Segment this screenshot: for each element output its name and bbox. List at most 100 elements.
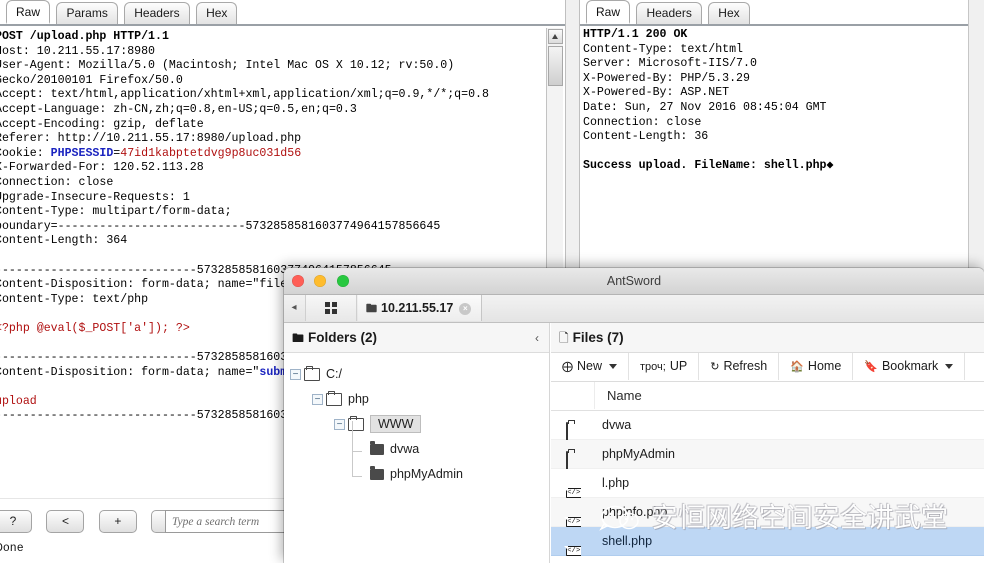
tree-node-label: C:/: [326, 367, 342, 382]
home-button-label: Home: [807, 359, 842, 373]
antsword-titlebar[interactable]: AntSword: [284, 268, 984, 295]
up-button-label: UP: [669, 359, 688, 373]
tree-node-c-root[interactable]: − C:/: [290, 362, 549, 387]
tab-response-raw[interactable]: Raw: [586, 0, 631, 24]
antsword-tabbar: ◂ 🖿 10.211.55.17 ×: [284, 295, 984, 323]
folder-tree: − C:/ − php − WWW dvwa phpMyAdmin: [284, 354, 549, 563]
files-table-header: Name: [551, 382, 984, 411]
folders-panel: 🖿 Folders (2) ‹ − C:/ − php − WWW dvwa phpMy…: [284, 323, 550, 563]
plus-circle-icon: ⨁: [562, 361, 573, 373]
code-file-icon: </>: [566, 505, 581, 555]
files-name-column-header: Name: [607, 388, 642, 403]
file-name: l.php: [602, 476, 630, 490]
tree-node-phpmyadmin[interactable]: phpMyAdmin: [290, 462, 549, 487]
tree-node-label: php: [348, 392, 369, 407]
code-file-icon: </>: [566, 476, 581, 526]
scrollbar-thumb[interactable]: [547, 46, 563, 86]
chevron-down-icon[interactable]: [945, 364, 954, 370]
arrow-up-icon: троч;: [640, 361, 666, 373]
add-button[interactable]: +: [98, 510, 137, 533]
new-button[interactable]: ⨁ New: [551, 353, 630, 380]
tree-node-dvwa[interactable]: dvwa: [290, 437, 549, 462]
files-panel-header: 🗋 Files (7): [551, 323, 984, 353]
refresh-button-label: Refresh: [723, 359, 768, 373]
file-outline-icon: 🗋: [559, 331, 569, 345]
folder-solid-icon: [370, 466, 384, 481]
folder-icon: [566, 447, 581, 470]
tree-node-label: WWW: [370, 415, 422, 434]
refresh-button[interactable]: ↻ Refresh: [699, 353, 780, 380]
folders-panel-header: 🖿 Folders (2) ‹: [284, 323, 549, 353]
folder-outline-icon: 🖿: [292, 331, 305, 345]
antsword-body: 🖿 Folders (2) ‹ − C:/ − php − WWW dvwa phpMy…: [284, 323, 984, 563]
grid-icon: [324, 301, 338, 314]
refresh-icon: ↻: [710, 361, 720, 373]
bookmark-icon: 🔖: [864, 361, 878, 373]
status-text: Done: [0, 542, 24, 555]
folder-icon: 🖿: [366, 303, 377, 315]
table-row[interactable]: dvwa: [551, 411, 984, 441]
files-panel: 🗋 Files (7) ⨁ New троч; UP ↻ Refresh 🏠 Home 🔖 Boo…: [551, 323, 984, 563]
session-tab-label: 10.211.55.17: [381, 301, 454, 315]
pane-divider[interactable]: [565, 0, 580, 270]
session-tab-10-211-55-17[interactable]: 🖿 10.211.55.17 ×: [358, 295, 483, 321]
window-title: AntSword: [606, 274, 662, 288]
help-button[interactable]: ?: [0, 510, 32, 533]
tab-request-raw[interactable]: Raw: [6, 0, 51, 24]
tree-guide-line: [352, 476, 362, 477]
tree-node-www[interactable]: − WWW: [290, 412, 549, 437]
file-name: dvwa: [602, 418, 632, 432]
file-name: shell.php: [602, 534, 653, 548]
bookmark-button-label: Bookmark: [881, 359, 939, 373]
tab-response-hex[interactable]: Hex: [708, 2, 750, 24]
table-row[interactable]: </> phpinfo.php: [551, 498, 984, 555]
request-tabstrip: Raw Params Headers Hex: [0, 0, 565, 26]
folders-header-label: Folders (2): [308, 330, 378, 345]
folder-open-icon: [304, 365, 320, 382]
sidebar-collapse-icon[interactable]: ◂: [284, 295, 304, 321]
files-icon-column-header: [551, 382, 595, 409]
tree-node-php[interactable]: − php: [290, 387, 549, 412]
scroll-up-arrow-icon[interactable]: [547, 29, 563, 44]
antsword-window: AntSword ◂ 🖿 10.211.55.17 × 🖿 Folders (2) ‹…: [284, 268, 984, 563]
tabstrip-underline: [0, 24, 565, 26]
folder-open-icon: [326, 390, 342, 407]
response-tabstrip-underline: [580, 24, 984, 26]
code-file-icon: </>: [566, 534, 581, 563]
table-row[interactable]: </> shell.php: [551, 527, 984, 563]
tree-expander-icon[interactable]: −: [312, 394, 323, 406]
tree-node-label: phpMyAdmin: [390, 467, 463, 482]
home-button[interactable]: 🏠 Home: [779, 353, 854, 380]
files-toolbar: ⨁New троч;UP↻Refresh🏠Home🔖BookmarkC: [551, 353, 984, 400]
files-header-label: Files (7): [572, 330, 624, 345]
response-right-gutter: [968, 0, 984, 270]
tab-request-params[interactable]: Params: [56, 2, 118, 24]
tab-request-hex[interactable]: Hex: [196, 2, 238, 24]
tree-expander-icon[interactable]: −: [290, 369, 301, 381]
file-name: phpinfo.php: [602, 505, 668, 519]
chevron-down-icon[interactable]: [609, 364, 618, 370]
table-row[interactable]: phpMyAdmin: [551, 440, 984, 470]
table-row[interactable]: </> l.php: [551, 469, 984, 526]
grid-view-button[interactable]: [305, 295, 357, 321]
bookmark-button[interactable]: 🔖 Bookmark: [853, 353, 966, 380]
folder-open-icon: [348, 415, 364, 432]
tree-guide-line: [352, 421, 353, 477]
tab-request-headers[interactable]: Headers: [124, 2, 190, 24]
tree-guide-line: [352, 451, 362, 452]
folder-icon: [566, 418, 581, 441]
home-icon: 🏠: [790, 361, 804, 373]
tree-expander-icon[interactable]: −: [334, 419, 345, 431]
search-input[interactable]: Type a search term: [165, 510, 300, 533]
tab-response-headers[interactable]: Headers: [636, 2, 702, 24]
prev-button[interactable]: <: [46, 510, 85, 533]
collapse-folders-chevron-icon[interactable]: ‹: [535, 323, 539, 353]
up-button[interactable]: троч; UP: [629, 353, 700, 380]
new-button-label: New: [577, 359, 603, 373]
response-tabstrip: Raw Headers Hex: [580, 0, 984, 26]
file-name: phpMyAdmin: [602, 447, 675, 461]
response-raw-text[interactable]: HTTP/1.1 200 OK Content-Type: text/html …: [583, 28, 979, 248]
folder-solid-icon: [370, 441, 384, 456]
response-pane: Raw Headers Hex HTTP/1.1 200 OK Content-…: [580, 0, 984, 270]
close-tab-icon[interactable]: ×: [459, 302, 472, 315]
